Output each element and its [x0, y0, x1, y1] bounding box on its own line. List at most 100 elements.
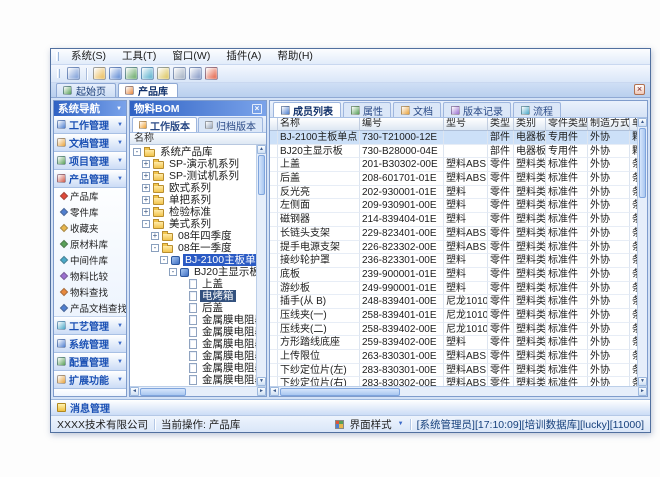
tree-item[interactable]: 金属膜电阻器 [130, 326, 256, 338]
print-icon[interactable] [173, 67, 186, 80]
tree-scroll-thumb[interactable] [258, 155, 265, 195]
sidebar-item-raw-material-library[interactable]: 原材料库 [54, 236, 126, 252]
tree-expander[interactable]: - [169, 268, 177, 276]
scroll-track[interactable] [638, 199, 647, 377]
tree-item[interactable]: 电烤箱 [130, 290, 256, 302]
scroll-right-icon[interactable]: ► [257, 387, 266, 396]
scroll-left-icon[interactable]: ◄ [270, 387, 279, 396]
close-panel-icon[interactable]: × [252, 104, 262, 114]
table-row[interactable]: 上传限位263-830301-00E塑料ABS零件塑料类标准件外协条 [270, 350, 637, 364]
table-row[interactable]: 上盖201-B30302-00E塑料ABS零件塑料类标准件外协条 [270, 158, 637, 172]
sidebar-section-configuration-management[interactable]: 配置管理▼ [54, 353, 126, 371]
column-header-2[interactable]: 编号 [360, 118, 444, 131]
tree-item[interactable]: 金属膜电阻器 [130, 338, 256, 350]
tree-item[interactable]: +08年四季度 [130, 230, 256, 242]
tree-item[interactable]: +检验标准 [130, 206, 256, 218]
tab-member-list[interactable]: 成员列表 [273, 102, 341, 117]
column-header-7[interactable]: 制造方式 [588, 118, 630, 131]
sidebar-item-product-library[interactable]: 产品库 [54, 188, 126, 204]
table-scroll-thumb[interactable] [639, 128, 646, 198]
refresh-icon[interactable] [141, 67, 154, 80]
scroll-down-icon[interactable]: ▼ [638, 377, 647, 386]
scroll-up-icon[interactable]: ▲ [257, 145, 266, 154]
sidebar-item-product-document-search[interactable]: 产品文档查找 [54, 300, 126, 316]
save-icon[interactable] [109, 67, 122, 80]
tab-properties[interactable]: 属性 [343, 102, 391, 117]
tree-item[interactable]: -系统产品库 [130, 146, 256, 158]
tree-horizontal-scrollbar[interactable]: ◄ ► [130, 386, 266, 396]
tree-vertical-scrollbar[interactable]: ▲ ▼ [256, 145, 266, 386]
tab-archived-version[interactable]: 归档版本 [198, 117, 263, 132]
column-header-5[interactable]: 类别 [514, 118, 546, 131]
sidebar-item-parts-library[interactable]: 零件库 [54, 204, 126, 220]
sidebar-section-process-management[interactable]: 工艺管理▼ [54, 317, 126, 335]
tree-item[interactable]: 上盖 [130, 278, 256, 290]
scroll-track[interactable] [401, 387, 638, 396]
menu-item[interactable]: 工具(T) [114, 49, 164, 64]
tab-start-page[interactable]: 起始页 [56, 83, 116, 97]
sidebar-section-project-management[interactable]: 项目管理▼ [54, 152, 126, 170]
column-header-4[interactable]: 类型 [488, 118, 514, 131]
menu-item[interactable]: 窗口(W) [164, 49, 218, 64]
tree-expander[interactable]: + [142, 196, 150, 204]
table-row[interactable]: 左侧面209-930901-00E塑料零件塑料类标准件外协条 [270, 199, 637, 213]
exit-icon[interactable] [205, 67, 218, 80]
sidebar-section-system-management[interactable]: 系统管理▼ [54, 335, 126, 353]
search-icon[interactable] [125, 67, 138, 80]
tree-item[interactable]: 金属膜电阻器 [130, 374, 256, 386]
sidebar-section-product-management[interactable]: 产品管理▼ [54, 170, 126, 188]
table-row[interactable]: 压线夹(二)258-839402-00E尼龙1010零件塑料类标准件外协条 [270, 323, 637, 337]
scroll-right-icon[interactable]: ► [638, 387, 647, 396]
column-header-8[interactable]: 单位 [630, 118, 637, 131]
tree-item[interactable]: +SP-测试机系列 [130, 170, 256, 182]
table-row[interactable]: 压线夹(一)258-839401-01E尼龙1010零件塑料类标准件外协条 [270, 309, 637, 323]
tree-item[interactable]: 金属膜电阻器 [130, 362, 256, 374]
tree-column-header[interactable]: 名称 [130, 133, 266, 145]
table-row[interactable]: 后盖208-601701-01E塑料ABS零件塑料类标准件外协条 [270, 172, 637, 186]
tree-expander[interactable]: + [142, 172, 150, 180]
tree-item[interactable]: -美式系列 [130, 218, 256, 230]
close-document-icon[interactable]: × [634, 84, 645, 95]
tree-expander[interactable]: + [142, 160, 150, 168]
table-row[interactable]: 提手电源支架226-823302-00E塑料ABS零件塑料类标准件外协条 [270, 241, 637, 255]
tree-expander[interactable]: + [142, 208, 150, 216]
tree-item[interactable]: +单把系列 [130, 194, 256, 206]
menu-item[interactable]: 系统(S) [63, 49, 114, 64]
tree-expander[interactable]: - [151, 244, 159, 252]
scroll-left-icon[interactable]: ◄ [130, 387, 139, 396]
tab-version-history[interactable]: 版本记录 [443, 102, 511, 117]
table-row[interactable]: 磁钢器214-839404-01E塑料零件塑料类标准件外协条 [270, 213, 637, 227]
tree-item[interactable]: -BJ20主显示板 [130, 266, 256, 278]
tree-expander[interactable]: + [151, 232, 159, 240]
table-row[interactable]: BJ-2100主板单点730-T21000-12E部件电器板专用件外协颗 [270, 131, 637, 145]
tree-item[interactable]: -08年一季度 [130, 242, 256, 254]
tab-product-library[interactable]: 产品库 [118, 83, 178, 97]
sidebar-item-intermediate-library[interactable]: 中间件库 [54, 252, 126, 268]
table-row[interactable]: 插手(从 B)248-839401-00E尼龙1010零件塑料类标准件外协条 [270, 295, 637, 309]
table-row[interactable]: 底板239-900001-01E塑料零件塑料类标准件外协条 [270, 268, 637, 282]
tree-item[interactable]: -BJ-2100主板单点 [130, 254, 256, 266]
sidebar-section-document-management[interactable]: 文档管理▼ [54, 134, 126, 152]
menu-item[interactable]: 帮助(H) [269, 49, 321, 64]
scroll-up-icon[interactable]: ▲ [638, 118, 647, 127]
table-row[interactable]: 下纱定位片(左)283-830301-00E塑料ABS零件塑料类标准件外协条 [270, 364, 637, 378]
tree-item[interactable]: 金属膜电阻器 [130, 350, 256, 362]
sidebar-item-material-compare[interactable]: 物料比较 [54, 268, 126, 284]
tree-item[interactable]: 金属膜电阻器 [130, 314, 256, 326]
mail-icon[interactable] [157, 67, 170, 80]
sidebar-section-work-management[interactable]: 工作管理▼ [54, 116, 126, 134]
table-row[interactable]: 游纱板249-990001-01E塑料零件塑料类标准件外协条 [270, 282, 637, 296]
tree-expander[interactable]: - [160, 256, 168, 264]
table-row[interactable]: 下纱定位片(右)283-830302-00E塑料ABS零件塑料类标准件外协条 [270, 377, 637, 386]
table-hscroll-thumb[interactable] [280, 388, 400, 396]
column-header-1[interactable]: 名称 [278, 118, 360, 131]
system-icon[interactable] [67, 67, 80, 80]
tab-documents[interactable]: 文档 [393, 102, 441, 117]
column-header-6[interactable]: 零件类型 [546, 118, 588, 131]
tab-working-version[interactable]: 工作版本 [132, 117, 197, 132]
sidebar-section-extended-functions[interactable]: 扩展功能▼ [54, 371, 126, 389]
table-row[interactable]: 方形踏线底座259-839402-00E塑料零件塑料类标准件外协条 [270, 336, 637, 350]
scroll-track[interactable] [257, 196, 266, 377]
sidebar-item-favorites[interactable]: 收藏夹 [54, 220, 126, 236]
open-icon[interactable] [93, 67, 106, 80]
